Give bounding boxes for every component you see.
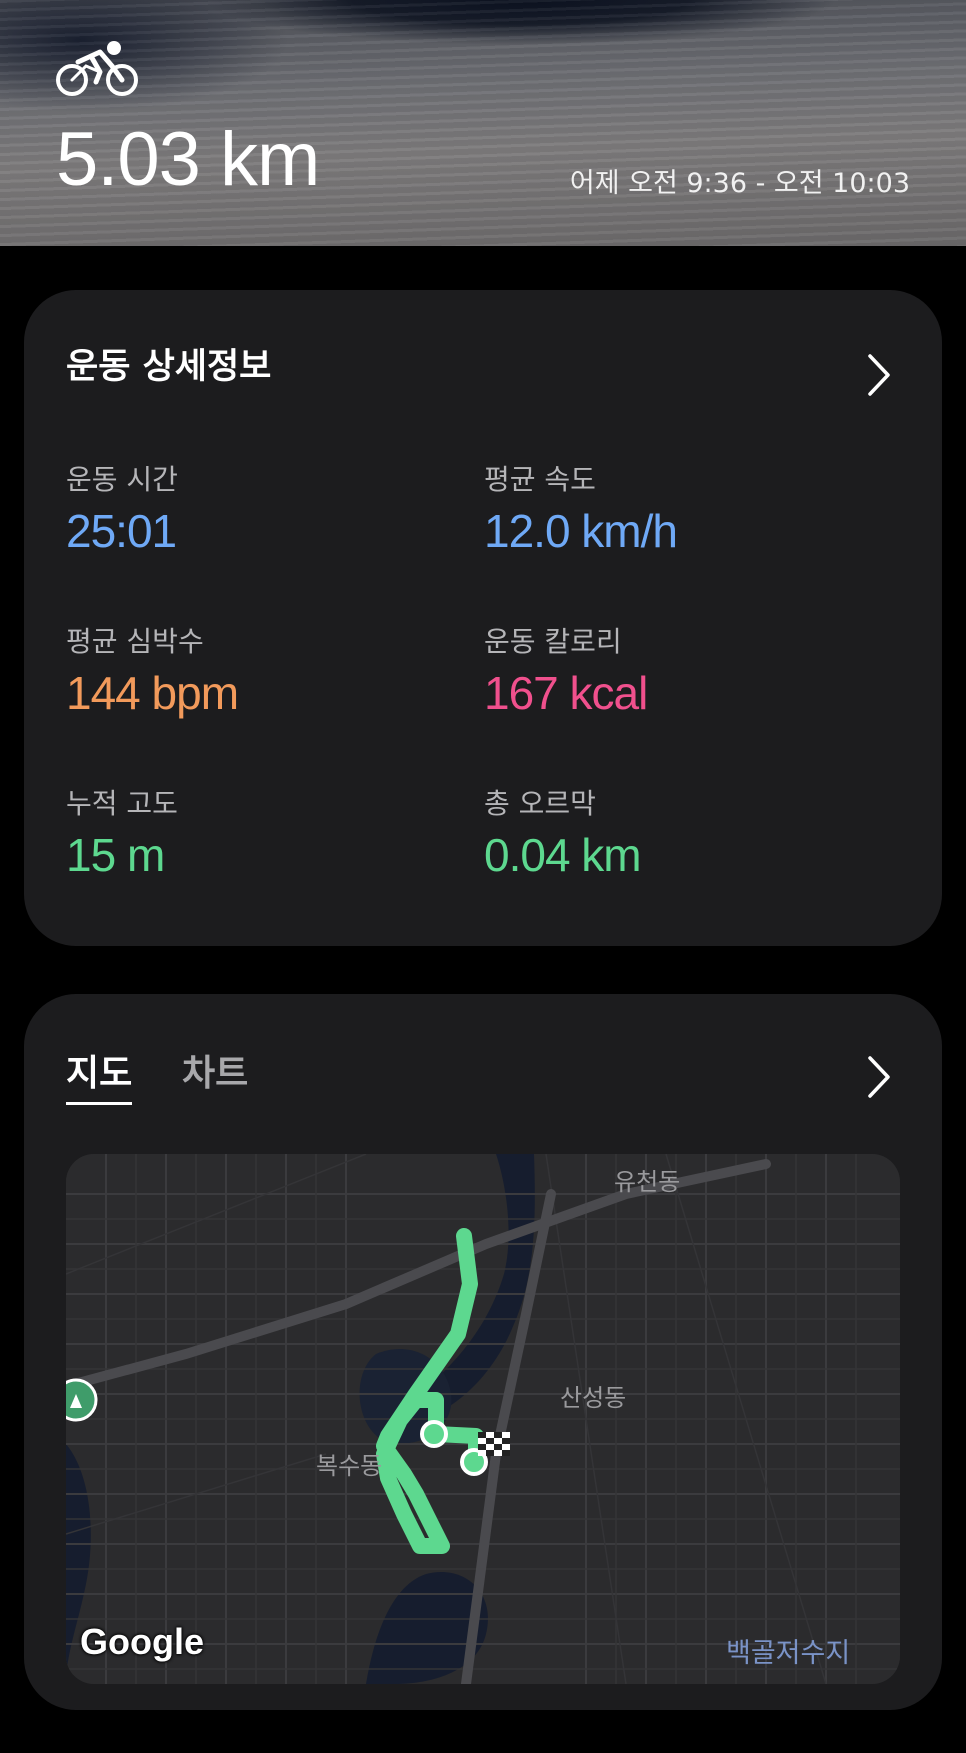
map-label-boksu-dong: 복수동 [316,1452,383,1480]
google-logo: Google [80,1621,204,1662]
map-label-reservoir: 백골저수지 [726,1638,851,1669]
map-poi-marker[interactable] [66,1378,98,1422]
stat-value: 0.04 km [484,829,642,881]
stat-label: 누적 고도 [66,787,178,820]
distance-value: 5.03 km [56,117,320,202]
stat-label: 총 오르막 [484,787,596,820]
stat-average-speed: 평균 속도 12.0 km/h [484,463,678,557]
stat-exercise-time: 운동 시간 25:01 [66,463,178,557]
stat-value: 144 bpm [66,667,239,719]
map-chart-card: 지도 차트 유천동 산성동 복수동 백골저수지 Google [24,994,942,1710]
chevron-right-icon[interactable] [864,1054,894,1100]
stat-value: 25:01 [66,505,177,557]
stat-label: 평균 심박수 [66,625,204,658]
stat-calories: 운동 칼로리 167 kcal [484,625,648,719]
bicycle-icon [56,41,138,96]
map-label-sanseong-dong: 산성동 [560,1384,627,1412]
map-label-yucheon-dong: 유천동 [614,1168,681,1196]
finish-flag-icon [478,1432,510,1456]
stat-label: 운동 시간 [66,463,178,496]
tab-map[interactable]: 지도 [66,1056,133,1105]
stat-value: 12.0 km/h [484,505,678,557]
map-canvas [66,1154,900,1684]
activity-header: 5.03 km 어제 오전 9:36 - 오전 10:03 [0,0,966,246]
stat-value: 167 kcal [484,667,648,719]
workout-details-card[interactable]: 운동 상세정보 운동 시간 25:01 평균 속도 12.0 km/h 평균 심… [24,290,942,946]
tab-chart[interactable]: 차트 [182,1056,248,1092]
stat-total-uphill: 총 오르막 0.04 km [484,787,642,881]
chevron-right-icon[interactable] [864,352,894,398]
time-range: 어제 오전 9:36 - 오전 10:03 [569,168,910,199]
route-start-marker [420,1420,448,1448]
details-title: 운동 상세정보 [66,347,272,387]
stat-label: 평균 속도 [484,463,596,496]
stat-value: 15 m [66,829,165,881]
route-map[interactable]: 유천동 산성동 복수동 백골저수지 Google [66,1154,900,1684]
stat-cumulative-altitude: 누적 고도 15 m [66,787,178,881]
stat-average-heart-rate: 평균 심박수 144 bpm [66,625,239,719]
stat-label: 운동 칼로리 [484,625,622,658]
